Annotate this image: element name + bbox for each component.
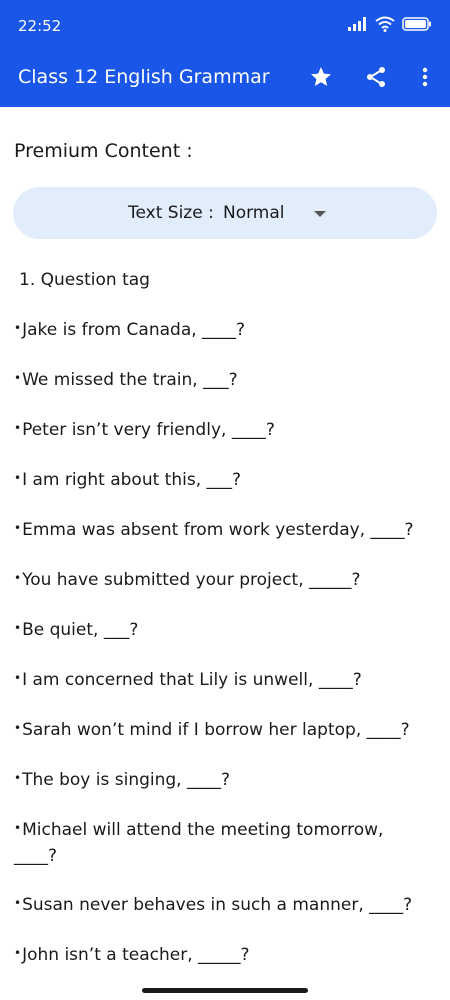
question-text: I am right about this, ___? xyxy=(22,470,242,490)
share-icon xyxy=(367,67,385,87)
question-text: You have submitted your project, _____? xyxy=(22,570,361,590)
question-item: •Jake is from Canada, ____? xyxy=(14,318,426,344)
wifi-icon xyxy=(375,16,395,32)
app-bar: 22:52 Class 12 English Grammar xyxy=(0,0,450,107)
question-text: We missed the train, ___? xyxy=(22,370,238,390)
star-icon xyxy=(311,67,331,86)
toolbar-title: Class 12 English Grammar xyxy=(18,66,270,88)
dropdown-caret-icon xyxy=(314,211,326,217)
text-size-value: Normal xyxy=(223,203,285,223)
share-button[interactable] xyxy=(359,60,393,94)
question-item: •I am concerned that Lily is unwell, ___… xyxy=(14,668,426,694)
question-item: •I am right about this, ___? xyxy=(14,468,426,494)
bullet: • xyxy=(14,771,22,785)
question-text: Peter isn’t very friendly, ____? xyxy=(22,420,275,440)
status-icons xyxy=(348,16,432,32)
question-text: Be quiet, ___? xyxy=(22,620,139,640)
bullet: • xyxy=(14,471,22,485)
home-indicator[interactable] xyxy=(142,988,308,993)
text-size-dropdown[interactable]: Text Size : Normal xyxy=(13,187,437,239)
question-text: Emma was absent from work yesterday, ___… xyxy=(22,520,414,540)
question-text: Susan never behaves in such a manner, __… xyxy=(22,895,413,915)
question-heading: 1. Question tag xyxy=(19,270,150,290)
question-text: Sarah won’t mind if I borrow her laptop,… xyxy=(22,720,410,740)
question-text: Jake is from Canada, ____? xyxy=(22,320,246,340)
question-item: •Susan never behaves in such a manner, _… xyxy=(14,893,426,919)
bullet: • xyxy=(14,821,22,835)
section-title: Premium Content : xyxy=(14,140,193,162)
question-item: •The boy is singing, ____? xyxy=(14,768,426,794)
bullet: • xyxy=(14,896,22,910)
text-size-label: Text Size : xyxy=(128,203,214,223)
question-item: •You have submitted your project, _____? xyxy=(14,568,426,594)
battery-icon xyxy=(402,17,431,31)
question-item: •Emma was absent from work yesterday, __… xyxy=(14,518,426,544)
question-text: I am concerned that Lily is unwell, ____… xyxy=(22,670,362,690)
bullet: • xyxy=(14,721,22,735)
question-item: •Be quiet, ___? xyxy=(14,618,426,644)
bullet: • xyxy=(14,621,22,635)
question-item: •Michael will attend the meeting tomorro… xyxy=(14,818,409,869)
question-item: •We missed the train, ___? xyxy=(14,368,426,394)
bullet: • xyxy=(14,321,22,335)
question-item: •John isn’t a teacher, _____? xyxy=(14,943,426,969)
status-time: 22:52 xyxy=(18,17,62,35)
question-text: The boy is singing, ____? xyxy=(22,770,231,790)
more-options-button[interactable] xyxy=(408,60,442,94)
bullet: • xyxy=(14,571,22,585)
question-text: Michael will attend the meeting tomorrow… xyxy=(14,820,384,866)
bullet: • xyxy=(14,521,22,535)
signal-icon xyxy=(348,17,366,31)
bullet: • xyxy=(14,671,22,685)
bullet: • xyxy=(14,371,22,385)
bullet: • xyxy=(14,946,22,960)
question-item: •Sarah won’t mind if I borrow her laptop… xyxy=(14,718,426,744)
more-vert-icon xyxy=(422,67,428,87)
question-text: John isn’t a teacher, _____? xyxy=(22,945,250,965)
favorite-button[interactable] xyxy=(304,60,338,94)
question-item: •Peter isn’t very friendly, ____? xyxy=(14,418,426,444)
bullet: • xyxy=(14,421,22,435)
status-bar: 22:52 xyxy=(0,0,450,52)
